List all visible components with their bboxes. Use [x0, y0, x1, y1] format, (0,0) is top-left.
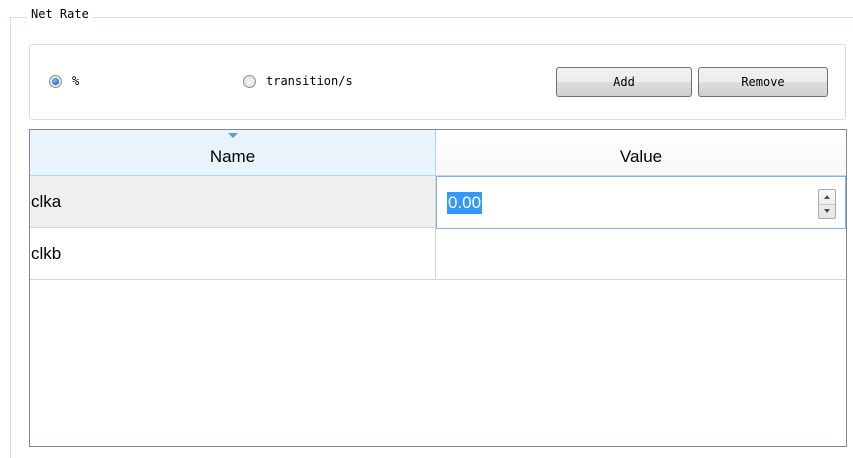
value-spinbox[interactable]: 0.00	[436, 176, 846, 229]
column-header-name-label: Name	[209, 146, 256, 166]
arrow-up-icon	[824, 195, 830, 199]
cell-name[interactable]: clkb	[30, 228, 436, 279]
spin-up-button[interactable]	[819, 190, 835, 205]
radio-percent-label: %	[72, 74, 80, 88]
column-header-name[interactable]: Name	[30, 130, 436, 176]
table-row[interactable]: clkb	[30, 228, 846, 280]
column-header-value-label: Value	[619, 146, 663, 166]
sort-arrow-icon	[228, 133, 238, 138]
spin-down-button[interactable]	[819, 204, 835, 218]
cell-name[interactable]: clka	[30, 176, 436, 227]
remove-button[interactable]: Remove	[698, 67, 828, 97]
group-title: Net Rate	[27, 7, 93, 21]
add-button[interactable]: Add	[556, 67, 692, 97]
value-input[interactable]: 0.00	[447, 192, 483, 214]
spin-buttons	[818, 189, 836, 219]
radio-transition[interactable]: transition/s	[243, 74, 353, 88]
arrow-down-icon	[824, 209, 830, 213]
cell-value[interactable]	[436, 228, 846, 279]
radio-percent[interactable]: %	[49, 74, 79, 88]
options-panel: % transition/s Add Remove	[29, 44, 846, 120]
table-header: Name Value	[30, 130, 846, 176]
radio-checked-icon[interactable]	[49, 74, 62, 88]
radio-unchecked-icon[interactable]	[243, 74, 256, 88]
column-header-value[interactable]: Value	[436, 130, 846, 176]
net-rate-table: Name Value clka 0.00 clkb	[29, 129, 847, 447]
radio-transition-label: transition/s	[266, 74, 353, 88]
